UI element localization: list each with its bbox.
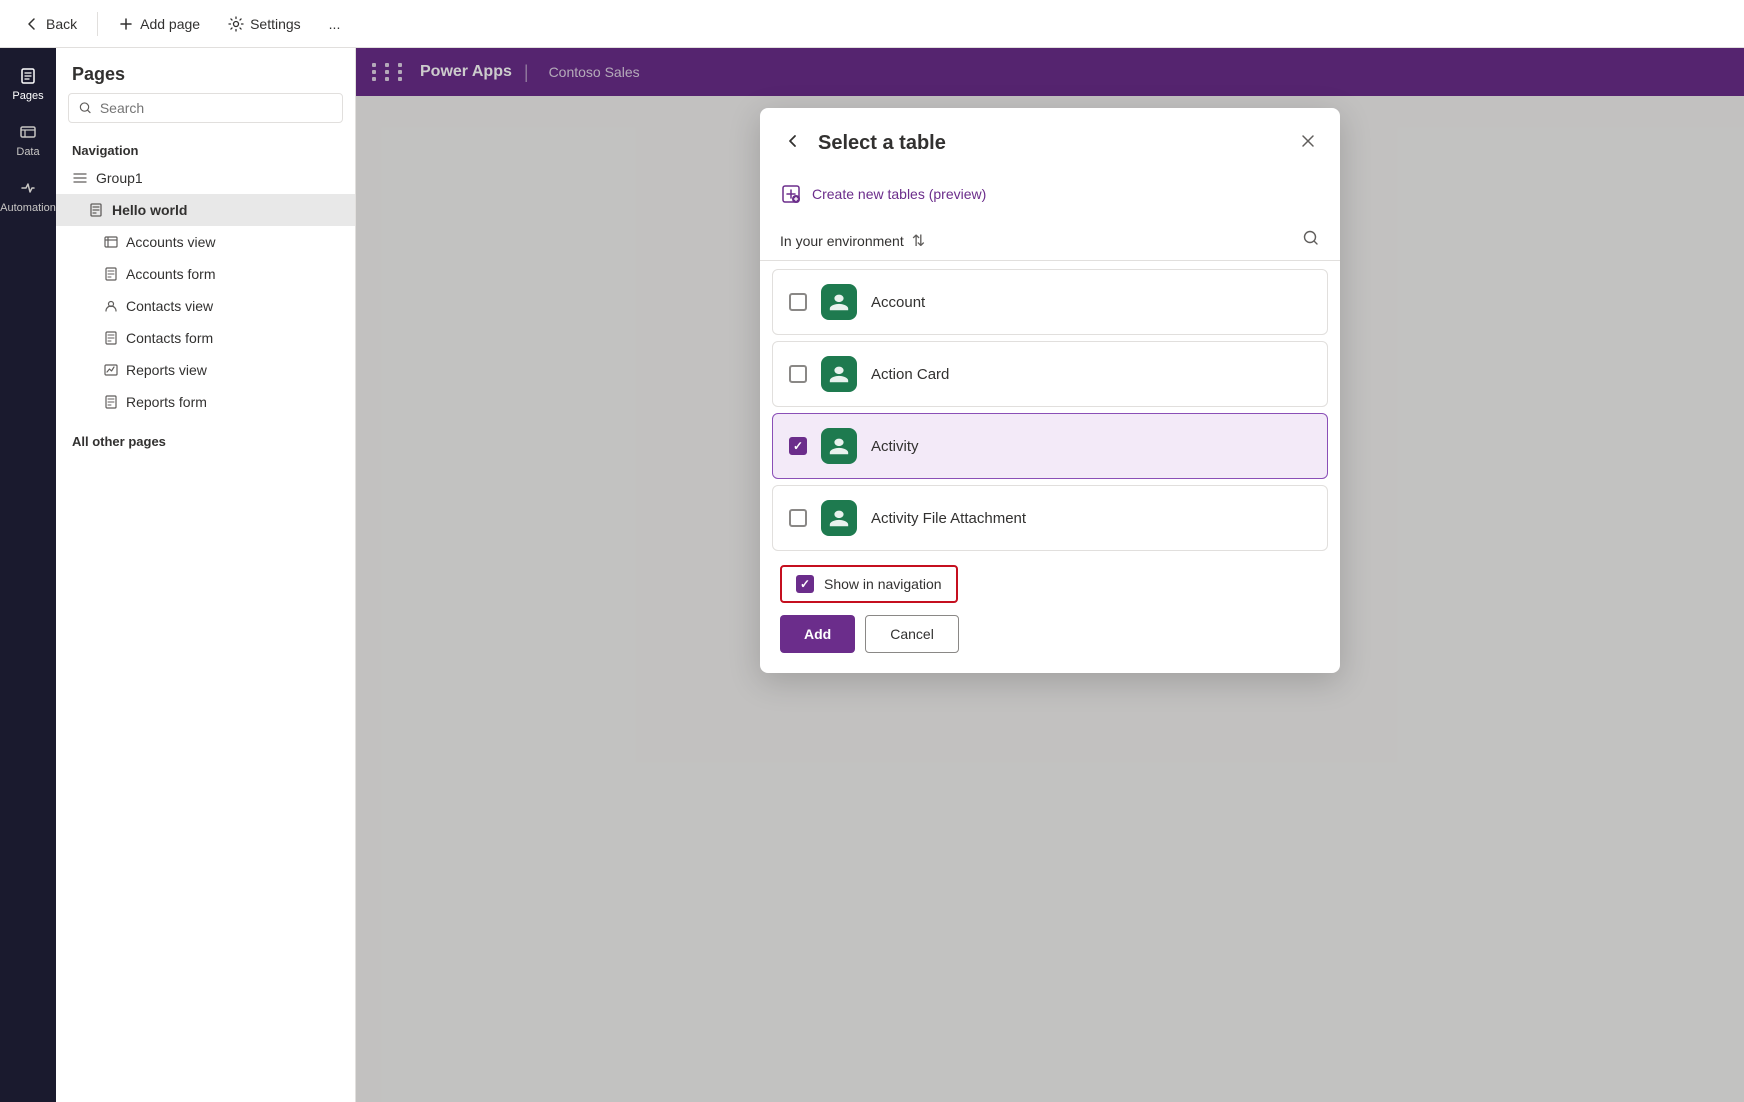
modal-back-button[interactable]	[780, 128, 806, 159]
contacts-icon	[104, 299, 118, 313]
contacts-view-label: Contacts view	[126, 298, 213, 314]
env-selector-button[interactable]: In your environment ⇅	[780, 231, 925, 251]
settings-label: Settings	[250, 16, 301, 32]
activity-file-checkbox[interactable]	[789, 509, 807, 527]
search-box[interactable]	[68, 93, 343, 123]
reports-view-label: Reports view	[126, 362, 207, 378]
settings-button[interactable]: Settings	[216, 10, 313, 38]
activity-file-name: Activity File Attachment	[871, 510, 1026, 527]
reports-icon	[104, 363, 118, 377]
activity-file-icon	[821, 500, 857, 536]
table-item-account[interactable]: Account	[772, 269, 1328, 335]
back-icon	[24, 16, 40, 32]
select-table-modal: Select a table Create new	[760, 108, 1340, 673]
modal-title: Select a table	[818, 132, 1284, 155]
add-page-label: Add page	[140, 16, 200, 32]
sidebar-item-pages[interactable]: Pages	[0, 56, 56, 112]
nav-accounts-form[interactable]: Accounts form	[56, 258, 355, 290]
view-icon	[104, 235, 118, 249]
nav-hello-world[interactable]: Hello world	[56, 194, 355, 226]
form-icon	[104, 267, 118, 281]
back-label: Back	[46, 16, 77, 32]
group1-label: Group1	[96, 170, 143, 186]
cancel-button[interactable]: Cancel	[865, 615, 959, 653]
environment-selector: In your environment ⇅	[760, 221, 1340, 261]
modal-back-icon	[784, 132, 802, 150]
list-icon	[72, 170, 88, 186]
nav-accounts-view[interactable]: Accounts view	[56, 226, 355, 258]
add-button[interactable]: Add	[780, 615, 855, 653]
footer-buttons: Add Cancel	[780, 615, 1320, 653]
sidebar-item-automation[interactable]: Automation	[0, 168, 56, 224]
add-page-button[interactable]: Add page	[106, 10, 212, 38]
action-card-name: Action Card	[871, 366, 949, 383]
navigation-section-title: Navigation	[56, 135, 355, 162]
activity-icon	[821, 428, 857, 464]
accounts-form-label: Accounts form	[126, 266, 215, 282]
env-label: In your environment	[780, 233, 904, 249]
modal-close-button[interactable]	[1296, 129, 1320, 158]
table-list: Account Action Card	[760, 269, 1340, 551]
action-card-checkbox[interactable]	[789, 365, 807, 383]
sort-icon: ⇅	[912, 231, 925, 251]
modal-footer: Show in navigation Add Cancel	[760, 551, 1340, 673]
reports-form-icon	[104, 395, 118, 409]
create-new-tables-button[interactable]: Create new tables (preview)	[760, 175, 1340, 221]
account-name: Account	[871, 294, 925, 311]
search-input[interactable]	[100, 100, 332, 116]
nav-group1[interactable]: Group1	[56, 162, 355, 194]
nav-reports-form[interactable]: Reports form	[56, 386, 355, 418]
sidebar-item-pages-label: Pages	[12, 90, 43, 102]
create-table-icon	[780, 183, 802, 205]
hello-world-label: Hello world	[112, 202, 187, 218]
activity-checkbox[interactable]	[789, 437, 807, 455]
sidebar-item-data-label: Data	[16, 146, 39, 158]
nav-reports-view[interactable]: Reports view	[56, 354, 355, 386]
settings-icon	[228, 16, 244, 32]
show-nav-checkbox[interactable]	[796, 575, 814, 593]
back-button[interactable]: Back	[12, 10, 89, 38]
account-icon	[821, 284, 857, 320]
all-other-pages-label: All other pages	[56, 418, 355, 453]
pages-panel: Pages Navigation Group1 Hello world	[56, 48, 356, 1102]
data-icon	[18, 122, 38, 142]
page-icon	[88, 202, 104, 218]
account-checkbox[interactable]	[789, 293, 807, 311]
search-icon	[79, 101, 92, 115]
divider	[97, 12, 98, 36]
modal-overlay: Select a table Create new	[356, 48, 1744, 1102]
main-layout: Pages Data Automation Pages Navigation	[0, 48, 1744, 1102]
content-area: Power Apps | Contoso Sales Select a tabl…	[356, 48, 1744, 1102]
search-icon	[1302, 229, 1320, 247]
show-in-navigation-row[interactable]: Show in navigation	[780, 565, 958, 603]
modal-header: Select a table	[760, 108, 1340, 175]
more-button[interactable]: ...	[317, 10, 353, 38]
plus-icon	[118, 16, 134, 32]
show-nav-label: Show in navigation	[824, 576, 942, 592]
table-item-activity[interactable]: Activity	[772, 413, 1328, 479]
automation-icon	[18, 178, 38, 198]
nav-contacts-form[interactable]: Contacts form	[56, 322, 355, 354]
activity-name: Activity	[871, 438, 919, 455]
table-item-activity-file[interactable]: Activity File Attachment	[772, 485, 1328, 551]
reports-form-label: Reports form	[126, 394, 207, 410]
sidebar: Pages Data Automation	[0, 48, 56, 1102]
nav-contacts-view[interactable]: Contacts view	[56, 290, 355, 322]
pages-icon	[18, 66, 38, 86]
create-new-label: Create new tables (preview)	[812, 186, 986, 202]
more-label: ...	[329, 16, 341, 32]
env-search-icon[interactable]	[1302, 229, 1320, 252]
table-item-action-card[interactable]: Action Card	[772, 341, 1328, 407]
contacts-form-label: Contacts form	[126, 330, 213, 346]
sidebar-item-data[interactable]: Data	[0, 112, 56, 168]
sidebar-item-automation-label: Automation	[0, 202, 56, 214]
close-icon	[1300, 133, 1316, 149]
top-bar: Back Add page Settings ...	[0, 0, 1744, 48]
pages-panel-title: Pages	[56, 48, 355, 93]
action-card-icon	[821, 356, 857, 392]
contacts-form-icon	[104, 331, 118, 345]
accounts-view-label: Accounts view	[126, 234, 215, 250]
